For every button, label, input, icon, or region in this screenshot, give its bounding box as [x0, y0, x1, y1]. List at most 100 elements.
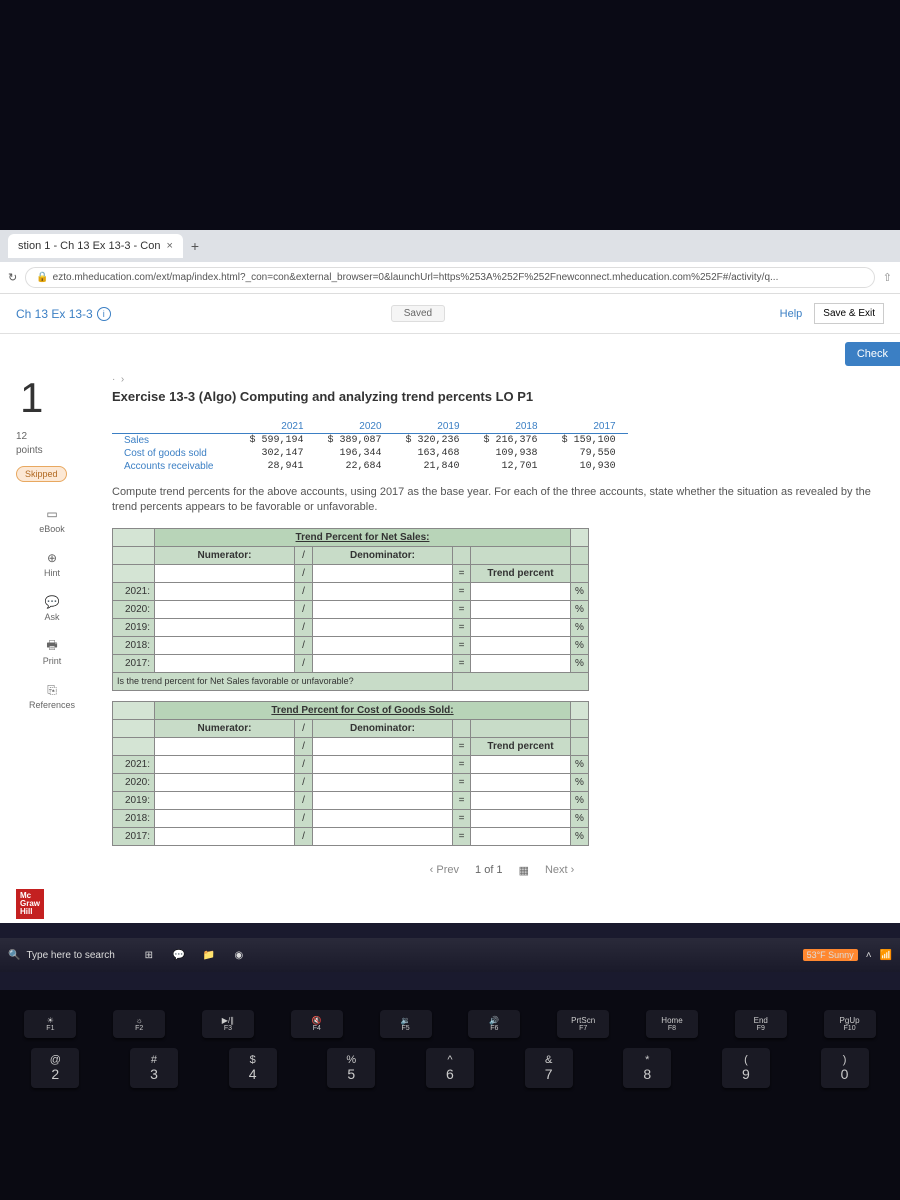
info-icon[interactable]: i: [97, 307, 111, 321]
new-tab-button[interactable]: +: [191, 238, 199, 254]
book-icon: ▭: [44, 506, 60, 522]
keyboard-key: PrtScnF7: [557, 1010, 609, 1038]
worksheet-input[interactable]: [471, 654, 571, 672]
search-icon: 🔍: [8, 950, 20, 961]
table-row: Cost of goods sold 302,147 196,344 163,4…: [112, 447, 628, 460]
worksheet-input[interactable]: [155, 755, 295, 773]
browser-tab[interactable]: stion 1 - Ch 13 Ex 13-3 - Con ×: [8, 234, 183, 258]
share-icon[interactable]: ⇧: [883, 271, 892, 284]
ebook-button[interactable]: ▭ eBook: [16, 506, 88, 534]
worksheet-input[interactable]: [313, 636, 453, 654]
assignment-title: Ch 13 Ex 13-3: [16, 307, 93, 321]
table-row: Sales $ 599,194 $ 389,087 $ 320,236 $ 21…: [112, 434, 628, 448]
ask-button[interactable]: 💬 Ask: [16, 594, 88, 622]
saved-badge: Saved: [391, 305, 445, 322]
save-exit-button[interactable]: Save & Exit: [814, 303, 884, 324]
taskbar-search[interactable]: 🔍 Type here to search: [8, 950, 115, 961]
keyboard-key: ^6: [426, 1048, 474, 1088]
financial-data-table: 2021 2020 2019 2018 2017 Sales $ 599,194…: [112, 420, 628, 473]
print-icon: 🖶: [44, 638, 60, 654]
worksheet-input[interactable]: [155, 791, 295, 809]
prev-button[interactable]: ‹ Prev: [430, 864, 459, 876]
weather-widget[interactable]: 53°F Sunny: [803, 949, 858, 961]
keyboard-key: )0: [821, 1048, 869, 1088]
worksheet-input[interactable]: [155, 582, 295, 600]
worksheet-input[interactable]: [155, 618, 295, 636]
next-button[interactable]: Next ›: [545, 864, 574, 876]
worksheet-input[interactable]: [155, 600, 295, 618]
worksheet-input[interactable]: [313, 773, 453, 791]
worksheet-input[interactable]: [471, 600, 571, 618]
question-number: 1: [16, 374, 88, 422]
skipped-badge: Skipped: [16, 466, 67, 482]
net-sales-trend-table: Trend Percent for Net Sales: Numerator: …: [112, 528, 589, 691]
worksheet-input[interactable]: [471, 773, 571, 791]
worksheet-input[interactable]: [471, 827, 571, 845]
print-button[interactable]: 🖶 Print: [16, 638, 88, 666]
worksheet-input[interactable]: [155, 636, 295, 654]
worksheet-input[interactable]: [155, 809, 295, 827]
copy-icon: ⎘: [44, 682, 60, 698]
wifi-icon[interactable]: 📶: [880, 950, 892, 961]
favorable-select[interactable]: [453, 672, 589, 690]
numerator-header-input[interactable]: [155, 737, 295, 755]
keyboard-key: &7: [525, 1048, 573, 1088]
task-view-icon[interactable]: ⊞: [139, 945, 159, 965]
laptop-keyboard: ☀F1☼F2▶/∥F3🔇F4🔉F5🔊F6PrtScnF7HomeF8EndF9P…: [0, 990, 900, 1200]
worksheet-input[interactable]: [471, 618, 571, 636]
chrome-icon[interactable]: ◉: [229, 945, 249, 965]
worksheet-input[interactable]: [313, 755, 453, 773]
browser-window: stion 1 - Ch 13 Ex 13-3 - Con × + ↻ 🔒 ez…: [0, 230, 900, 923]
keyboard-key: ☼F2: [113, 1010, 165, 1038]
worksheet-input[interactable]: [313, 618, 453, 636]
exercise-title: Exercise 13-3 (Algo) Computing and analy…: [112, 389, 892, 404]
worksheet-input[interactable]: [155, 827, 295, 845]
url-bar: ↻ 🔒 ezto.mheducation.com/ext/map/index.h…: [0, 262, 900, 294]
keyboard-key: %5: [327, 1048, 375, 1088]
worksheet-input[interactable]: [471, 791, 571, 809]
keyboard-key: ☀F1: [24, 1010, 76, 1038]
worksheet-input[interactable]: [471, 582, 571, 600]
instructions-text: Compute trend percents for the above acc…: [112, 485, 892, 516]
check-button[interactable]: Check: [845, 342, 900, 366]
explorer-icon[interactable]: 📁: [199, 945, 219, 965]
worksheet-input[interactable]: [471, 809, 571, 827]
keyboard-key: HomeF8: [646, 1010, 698, 1038]
numerator-header-input[interactable]: [155, 564, 295, 582]
close-icon[interactable]: ×: [166, 240, 172, 252]
hint-button[interactable]: ⊕ Hint: [16, 550, 88, 578]
references-button[interactable]: ⎘ References: [16, 682, 88, 710]
page-indicator: 1 of 1: [475, 864, 503, 876]
worksheet-input[interactable]: [471, 755, 571, 773]
browser-tabs: stion 1 - Ch 13 Ex 13-3 - Con × +: [0, 230, 900, 262]
tray-chevron-icon[interactable]: ˄: [866, 950, 872, 961]
worksheet-input[interactable]: [313, 654, 453, 672]
worksheet-input[interactable]: [313, 809, 453, 827]
target-icon: ⊕: [44, 550, 60, 566]
keyboard-key: *8: [623, 1048, 671, 1088]
keyboard-key: #3: [130, 1048, 178, 1088]
worksheet-input[interactable]: [313, 791, 453, 809]
reload-icon[interactable]: ↻: [8, 271, 17, 284]
question-body: · › Exercise 13-3 (Algo) Computing and a…: [88, 366, 900, 885]
address-bar[interactable]: 🔒 ezto.mheducation.com/ext/map/index.htm…: [25, 267, 875, 288]
taskbar-app-icon[interactable]: 💬: [169, 945, 189, 965]
chat-icon: 💬: [44, 594, 60, 610]
keyboard-key: (9: [722, 1048, 770, 1088]
keyboard-key: EndF9: [735, 1010, 787, 1038]
keyboard-key: PgUpF10: [824, 1010, 876, 1038]
worksheet-input[interactable]: [313, 827, 453, 845]
url-text: ezto.mheducation.com/ext/map/index.html?…: [53, 272, 779, 283]
worksheet-input[interactable]: [313, 600, 453, 618]
worksheet-input[interactable]: [155, 654, 295, 672]
help-link[interactable]: Help: [780, 308, 803, 320]
laptop-screen-reflection: [0, 0, 900, 230]
denominator-header-input[interactable]: [313, 564, 453, 582]
worksheet-input[interactable]: [313, 582, 453, 600]
keyboard-key: 🔊F6: [468, 1010, 520, 1038]
worksheet-input[interactable]: [155, 773, 295, 791]
app-header: Ch 13 Ex 13-3 i Saved Help Save & Exit: [0, 294, 900, 334]
denominator-header-input[interactable]: [313, 737, 453, 755]
worksheet-input[interactable]: [471, 636, 571, 654]
grid-view-icon[interactable]: ▦: [519, 864, 529, 877]
